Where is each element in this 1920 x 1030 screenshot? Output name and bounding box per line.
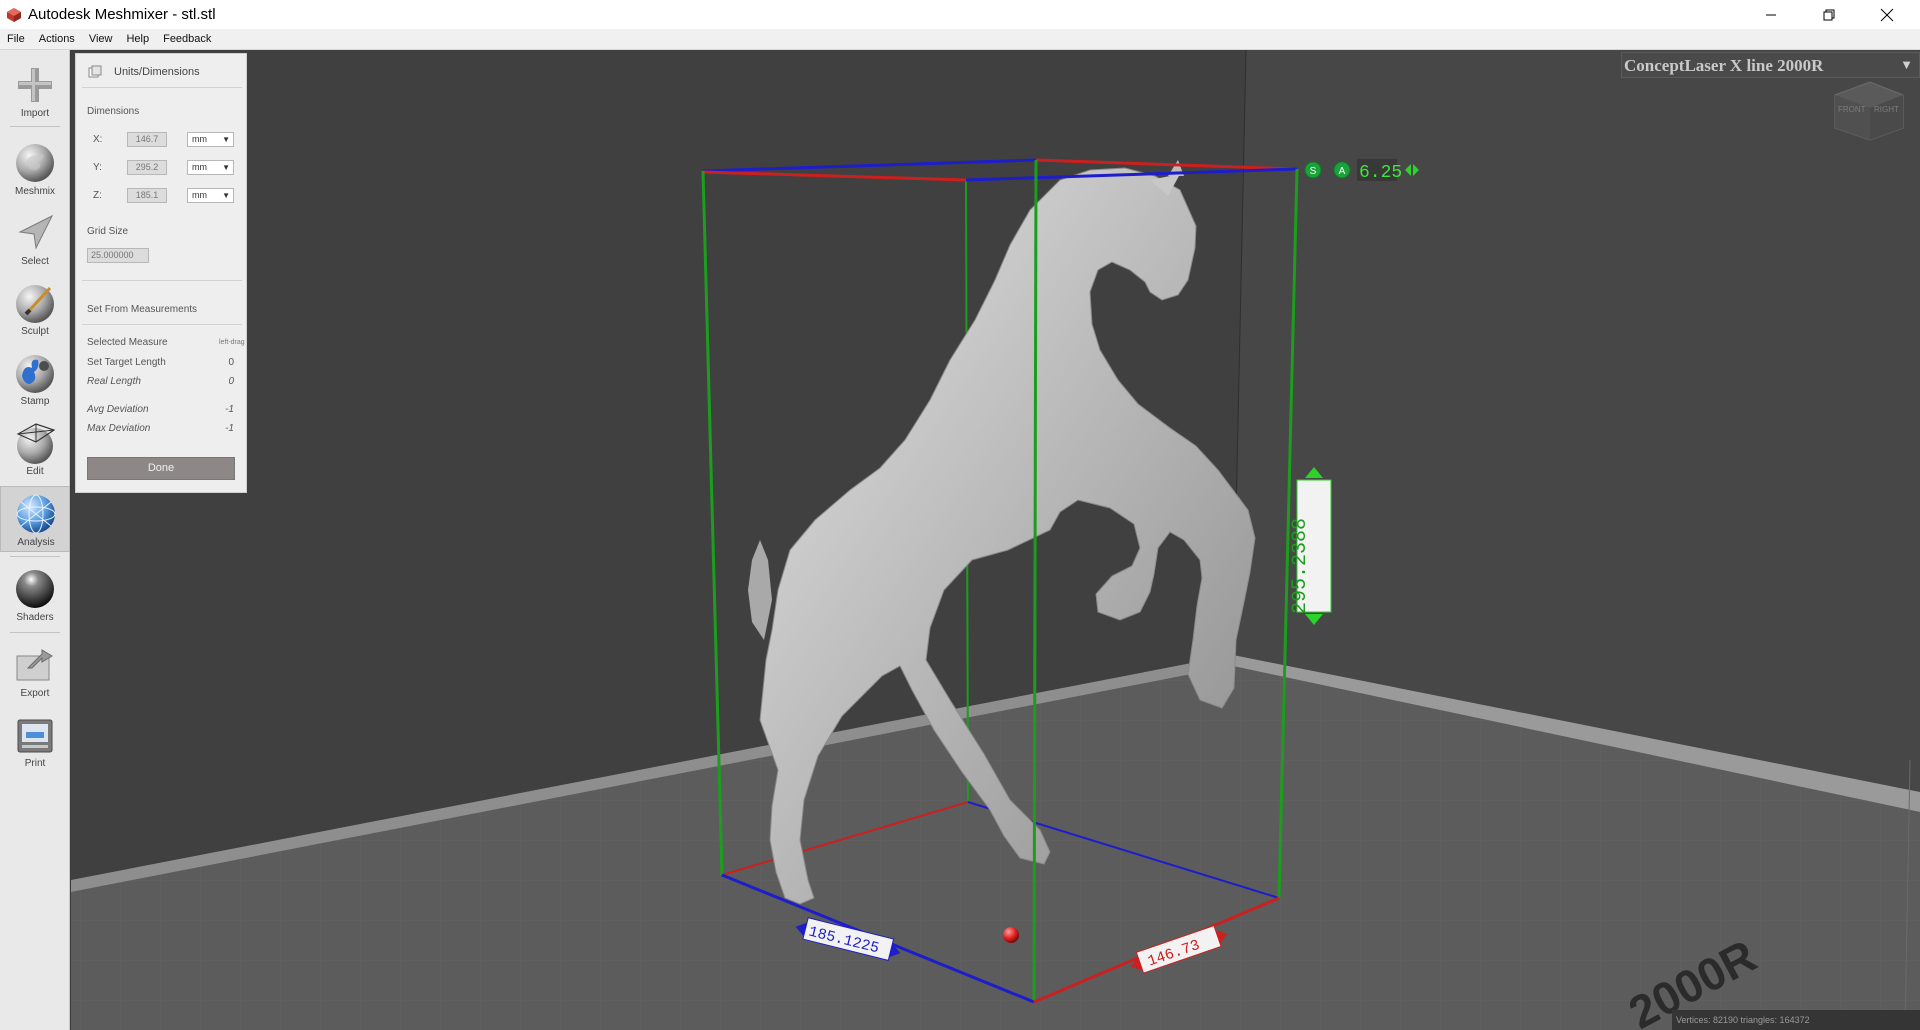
toolbar-divider [10,126,60,127]
tool-label: Sculpt [21,326,49,337]
x-unit-select[interactable]: mm ▼ [187,132,234,147]
close-icon [1880,8,1894,21]
x-dimension-input[interactable]: 146.7 [127,132,167,147]
y-unit-select[interactable]: mm ▼ [187,160,234,175]
avg-deviation-value: -1 [225,404,234,415]
real-length-value: 0 [228,376,234,387]
x-unit-value: mm [192,134,207,144]
minimize-button[interactable] [1742,0,1800,29]
printer-dropdown[interactable]: ConceptLaser X line 2000R ▼ [1621,52,1920,78]
real-length-label: Real Length [87,376,141,387]
dimensions-label: Dimensions [87,106,140,117]
menu-actions[interactable]: Actions [32,33,82,45]
set-target-length-value[interactable]: 0 [222,357,234,368]
title-bar: Autodesk Meshmixer - stl.stl [0,0,1920,29]
3d-viewport[interactable]: 2000R S A 6.25 295.2388 185.1225 146.73 … [71,50,1920,1030]
tool-label: Stamp [20,396,50,407]
tool-analysis[interactable]: Analysis [0,486,70,552]
brush-sphere-icon [16,285,54,323]
y-unit-value: mm [192,162,207,172]
tool-label: Shaders [16,612,54,623]
panel-divider [82,87,242,88]
max-deviation-value: -1 [225,423,234,434]
tool-export[interactable]: Export [0,638,70,704]
chevron-down-icon: ▼ [1900,57,1913,72]
scale-s-icon: S [1310,166,1317,177]
menu-file[interactable]: File [0,33,32,45]
edit-sphere-icon [16,423,56,464]
dropdown-arrow-icon: ▼ [222,163,230,172]
tool-select[interactable]: Select [0,206,70,272]
arrow-cursor-icon [18,214,54,250]
tool-label: Print [24,758,46,769]
window-title: Autodesk Meshmixer - stl.stl [28,6,216,23]
panel-divider [82,324,242,325]
done-button[interactable]: Done [87,457,235,480]
analysis-sphere-icon [16,494,56,534]
tool-meshmix[interactable]: Meshmix [0,136,70,202]
grid-size-input[interactable]: 25.000000 [87,248,149,263]
tool-sculpt[interactable]: Sculpt [0,276,70,342]
toolbar-divider [10,556,60,557]
max-deviation-label: Max Deviation [87,423,151,434]
x-label: X: [93,134,103,145]
view-cube[interactable]: FRONT RIGHT [1834,81,1904,141]
export-folder-icon [16,649,53,681]
toolbar-divider [10,632,60,633]
avg-deviation-label: Avg Deviation [87,404,149,415]
restore-button[interactable] [1800,0,1858,29]
status-bar: Vertices: 82190 triangles: 164372 [1672,1010,1920,1030]
z-label: Z: [93,190,102,201]
tool-import[interactable]: Import [0,58,70,124]
z-dimension-input[interactable]: 185.1 [127,188,167,203]
tool-label: Export [20,688,50,699]
tool-label: Analysis [17,537,55,548]
bbox-front-vertical [1032,159,1038,1003]
close-button[interactable] [1858,0,1916,29]
y-dimension-input[interactable]: 295.2 [127,160,167,175]
pivot-handle[interactable] [1003,927,1019,943]
y-label: Y: [93,162,102,173]
tool-label: Meshmix [14,186,55,197]
view-cube-front-label: FRONT [1838,105,1866,114]
tool-shaders[interactable]: Shaders [0,562,70,628]
grid-size-label: Grid Size [87,226,129,237]
tool-label: Select [21,256,49,267]
height-dimension-value: 295.2388 [1289,518,1312,614]
panel-title: Units/Dimensions [114,66,200,78]
panel-collapse-icon[interactable] [88,65,102,78]
menu-feedback[interactable]: Feedback [156,33,218,45]
scale-value: 6.25 [1359,163,1402,183]
shader-sphere-icon [16,570,54,608]
set-target-length-label: Set Target Length [87,357,166,368]
stamp-sphere-icon [16,355,54,393]
selected-measure-value: left-drag [219,339,245,346]
panel-divider [82,280,242,281]
printer-icon [17,719,53,753]
scale-a-icon: A [1339,166,1346,177]
z-unit-select[interactable]: mm ▼ [187,188,234,203]
bunny-sphere-icon [16,144,54,182]
set-from-measurements-label: Set From Measurements [87,304,198,315]
view-cube-right-label: RIGHT [1874,105,1899,114]
menu-view[interactable]: View [82,33,120,45]
dropdown-arrow-icon: ▼ [222,191,230,200]
tool-edit[interactable]: Edit [0,416,70,482]
z-unit-value: mm [192,190,207,200]
menu-bar: File Actions View Help Feedback [0,29,1920,50]
tool-label: Import [20,108,50,119]
left-toolbar: Import Meshmix Select Sculpt Stamp Edit … [0,50,70,1030]
units-dimensions-panel: Units/Dimensions Dimensions X: 146.7 mm ▼… [75,53,247,493]
minimize-icon [1766,14,1776,15]
dropdown-arrow-icon: ▼ [222,135,230,144]
selected-measure-label: Selected Measure [87,337,168,348]
meshmixer-logo-icon [7,7,21,22]
printer-name: ConceptLaser X line 2000R [1624,56,1824,75]
menu-help[interactable]: Help [119,33,156,45]
plus-icon [18,68,52,102]
tool-stamp[interactable]: Stamp [0,346,70,412]
restore-icon [1823,9,1835,20]
tool-print[interactable]: Print [0,708,70,774]
tool-label: Edit [26,466,44,477]
